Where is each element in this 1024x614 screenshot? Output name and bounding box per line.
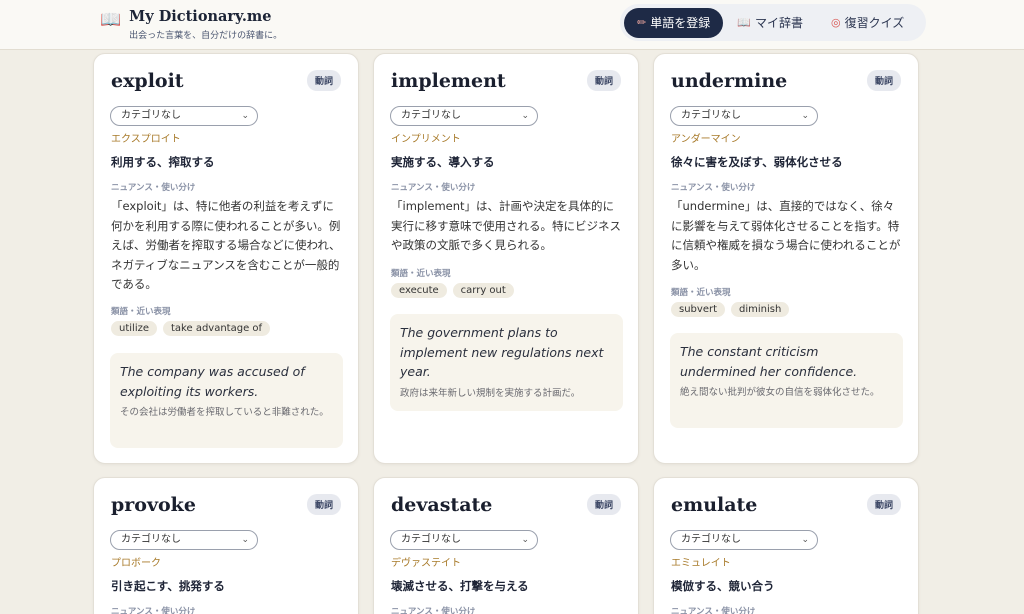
word-reading: エミュレイト: [671, 558, 731, 569]
word-meaning: 実施する、導入する: [391, 155, 495, 169]
word-title: implement: [391, 70, 506, 92]
app-subtitle: 出会った言葉を、自分だけの辞書に。: [129, 31, 283, 41]
synonym-tag: take advantage of: [163, 321, 271, 336]
nuance-label: ニュアンス・使い分け: [671, 607, 756, 614]
app-logo[interactable]: 📖 My Dictionary.me 出会った言葉を、自分だけの辞書に。: [100, 8, 282, 41]
synonyms-label: 類語・近い表現: [671, 288, 731, 298]
nuance-text: 「exploit」は、特に他者の利益を考えずに何かを利用する際に使われることが多…: [111, 199, 341, 291]
category-select[interactable]: カテゴリなし ⌄: [390, 530, 538, 550]
word-title: provoke: [111, 494, 196, 516]
word-reading: アンダーマイン: [671, 134, 741, 145]
my-dictionary-button[interactable]: 📖 マイ辞書: [723, 8, 817, 38]
chevron-down-icon: ⌄: [241, 535, 249, 545]
chevron-down-icon: ⌄: [521, 535, 529, 545]
word-title: exploit: [111, 70, 184, 92]
word-reading: インプリメント: [391, 134, 461, 145]
word-title: undermine: [671, 70, 788, 92]
pos-badge: 動詞: [866, 70, 901, 91]
word-title: devastate: [391, 494, 493, 516]
nuance-label: ニュアンス・使い分け: [111, 607, 196, 614]
category-select[interactable]: カテゴリなし ⌄: [110, 530, 258, 550]
word-reading: プロボーク: [111, 558, 161, 569]
category-value: カテゴリなし: [681, 110, 741, 121]
category-select[interactable]: カテゴリなし ⌄: [670, 106, 818, 126]
nuance-text: 「implement」は、計画や決定を具体的に実行に移す意味で使用される。特にビ…: [391, 199, 621, 252]
word-card[interactable]: undermine 動詞 カテゴリなし ⌄ アンダーマイン 徐々に害を及ぼす、弱…: [653, 53, 919, 464]
pos-badge: 動詞: [306, 494, 341, 515]
synonym-tag: diminish: [731, 302, 790, 317]
synonym-tag: utilize: [111, 321, 157, 336]
category-select[interactable]: カテゴリなし ⌄: [390, 106, 538, 126]
word-meaning: 利用する、搾取する: [111, 155, 215, 169]
open-book-icon: 📖: [100, 10, 122, 30]
example-box: The company was accused of exploiting it…: [110, 353, 343, 448]
main-nav: ✏ 単語を登録 📖 マイ辞書 ◎ 復習クイズ: [620, 4, 926, 41]
synonym-tags: utilize take advantage of: [111, 321, 271, 336]
synonym-tag: carry out: [452, 283, 514, 298]
synonyms-label: 類語・近い表現: [391, 269, 451, 279]
chevron-down-icon: ⌄: [521, 111, 529, 121]
nuance-label: ニュアンス・使い分け: [671, 183, 756, 193]
word-card[interactable]: devastate 動詞 カテゴリなし ⌄ デヴァステイト 壊滅させる、打撃を与…: [373, 477, 639, 614]
word-title: emulate: [671, 494, 758, 516]
pos-badge: 動詞: [586, 70, 621, 91]
chevron-down-icon: ⌄: [241, 111, 249, 121]
category-select[interactable]: カテゴリなし ⌄: [670, 530, 818, 550]
register-word-button[interactable]: ✏ 単語を登録: [624, 7, 724, 38]
review-quiz-label: 復習クイズ: [844, 16, 905, 30]
app-title: My Dictionary.me: [129, 8, 272, 25]
word-meaning: 引き起こす、挑発する: [111, 579, 225, 593]
register-word-label: 単語を登録: [650, 16, 711, 30]
synonym-tags: subvert diminish: [671, 302, 790, 317]
category-value: カテゴリなし: [121, 110, 181, 121]
example-english: The government plans to implement new re…: [400, 325, 604, 379]
word-reading: エクスプロイト: [111, 134, 181, 145]
nuance-text: 「undermine」は、直接的ではなく、徐々に影響を与えて弱体化させることを指…: [671, 199, 901, 272]
word-meaning: 模倣する、競い合う: [671, 579, 775, 593]
synonym-tag: subvert: [671, 302, 725, 317]
example-english: The constant criticism undermined her co…: [680, 344, 858, 379]
pos-badge: 動詞: [306, 70, 341, 91]
example-english: The company was accused of exploiting it…: [120, 364, 305, 399]
nuance-label: ニュアンス・使い分け: [111, 183, 196, 193]
example-japanese: 政府は来年新しい規制を実施する計画だ。: [400, 387, 581, 399]
review-quiz-button[interactable]: ◎ 復習クイズ: [817, 8, 918, 38]
example-japanese: その会社は労働者を搾取していると非難された。: [120, 407, 329, 418]
category-value: カテゴリなし: [121, 534, 181, 545]
my-dictionary-label: マイ辞書: [754, 16, 803, 30]
word-meaning: 徐々に害を及ぼす、弱体化させる: [671, 155, 843, 169]
word-meaning: 壊滅させる、打撃を与える: [391, 579, 529, 593]
synonym-tags: execute carry out: [391, 283, 514, 298]
book-icon: 📖: [737, 16, 751, 29]
nuance-label: ニュアンス・使い分け: [391, 183, 476, 193]
synonym-tag: execute: [391, 283, 447, 298]
category-select[interactable]: カテゴリなし ⌄: [110, 106, 258, 126]
example-box: The constant criticism undermined her co…: [670, 333, 903, 428]
word-card[interactable]: exploit 動詞 カテゴリなし ⌄ エクスプロイト 利用する、搾取する ニュ…: [93, 53, 359, 464]
app-header: 📖 My Dictionary.me 出会った言葉を、自分だけの辞書に。 ✏ 単…: [0, 0, 1024, 50]
synonyms-label: 類語・近い表現: [111, 307, 171, 317]
word-card[interactable]: provoke 動詞 カテゴリなし ⌄ プロボーク 引き起こす、挑発する ニュア…: [93, 477, 359, 614]
category-value: カテゴリなし: [401, 534, 461, 545]
chevron-down-icon: ⌄: [801, 535, 809, 545]
pos-badge: 動詞: [586, 494, 621, 515]
pos-badge: 動詞: [866, 494, 901, 515]
category-value: カテゴリなし: [681, 534, 741, 545]
nuance-label: ニュアンス・使い分け: [391, 607, 476, 614]
example-japanese: 絶え間ない批判が彼女の自信を弱体化させた。: [680, 387, 880, 398]
category-value: カテゴリなし: [401, 110, 461, 121]
pen-icon: ✏: [637, 16, 647, 29]
example-box: The government plans to implement new re…: [390, 314, 623, 411]
target-icon: ◎: [830, 16, 841, 29]
word-card[interactable]: emulate 動詞 カテゴリなし ⌄ エミュレイト 模倣する、競い合う ニュア…: [653, 477, 919, 614]
word-card[interactable]: implement 動詞 カテゴリなし ⌄ インプリメント 実施する、導入する …: [373, 53, 639, 464]
chevron-down-icon: ⌄: [801, 111, 809, 121]
word-reading: デヴァステイト: [391, 558, 461, 569]
